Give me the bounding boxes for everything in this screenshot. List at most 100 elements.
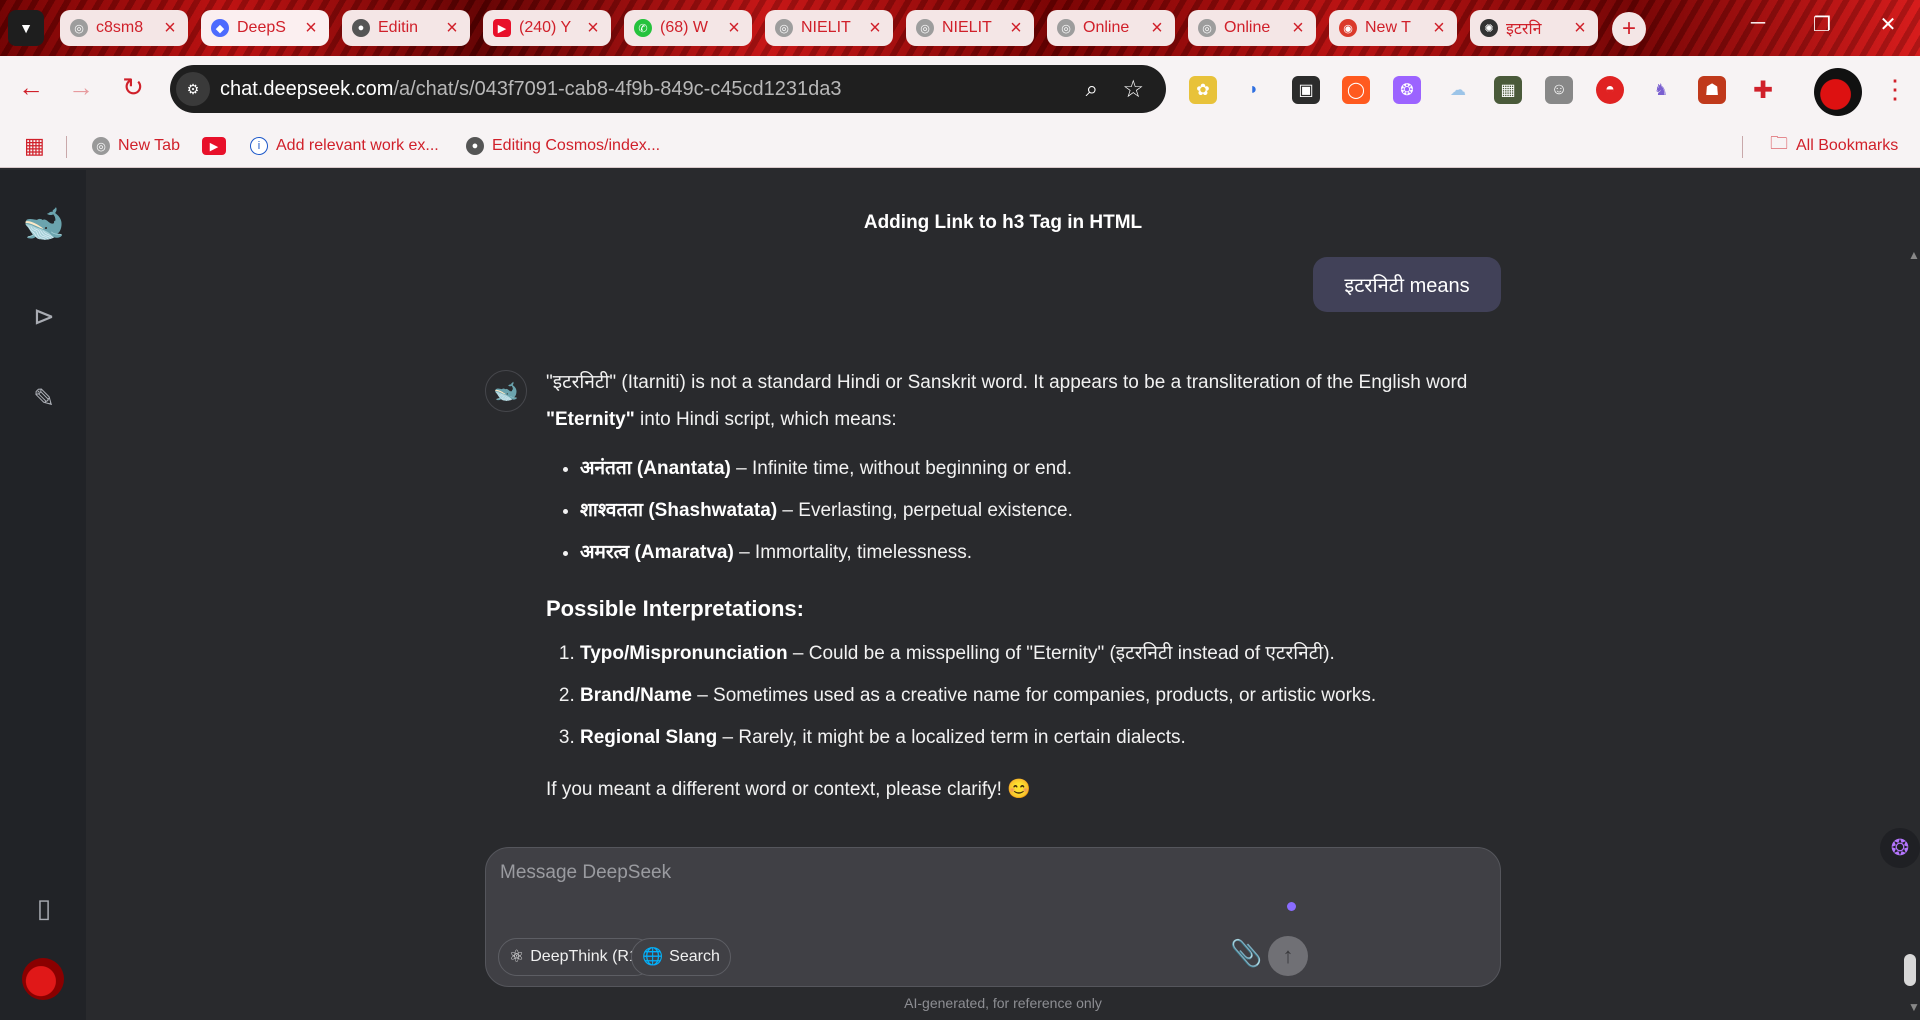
zoom-icon[interactable]: ⌕ <box>1086 76 1098 102</box>
profile-avatar[interactable] <box>1814 68 1862 116</box>
new-chat-icon[interactable]: ✎ <box>22 376 66 420</box>
close-icon[interactable]: × <box>726 18 742 38</box>
scroll-down-icon[interactable]: ▼ <box>1908 1000 1920 1014</box>
list-item: अनंतता (Anantata) – Infinite time, witho… <box>580 448 1506 490</box>
minimize-button[interactable]: ─ <box>1738 12 1778 35</box>
all-bookmarks[interactable]: 🗀 All Bookmarks <box>1770 132 1898 160</box>
interpretations-list: Typo/Mispronunciation – Could be a missp… <box>546 633 1506 759</box>
extension-record-icon[interactable]: ◯ <box>1342 76 1370 104</box>
close-icon[interactable]: × <box>867 18 883 38</box>
search-button[interactable]: 🌐 Search <box>631 938 731 976</box>
info-icon: i <box>250 137 268 155</box>
browser-tab[interactable]: ◎ Online × <box>1047 10 1175 46</box>
arrow-up-icon: ↑ <box>1282 943 1294 968</box>
bookmark-new-tab[interactable]: ◎ New Tab <box>92 132 180 160</box>
extensions-puzzle-icon[interactable]: ✚ <box>1749 76 1777 104</box>
extension-icon[interactable]: ✿ <box>1189 76 1217 104</box>
apps-grid-icon[interactable]: ▦ <box>24 132 45 160</box>
browser-tab[interactable]: ● Editin × <box>342 10 470 46</box>
answer-intro: "इटरनिटी" (Itarniti) is not a standard H… <box>546 372 1468 430</box>
close-icon[interactable]: × <box>1431 18 1447 38</box>
browser-tab[interactable]: ◎ NIELIT × <box>765 10 893 46</box>
app-sidebar: 🐋 ⊳ ✎ ▯ <box>0 170 86 1020</box>
assistant-message: "इटरनिटी" (Itarniti) is not a standard H… <box>546 364 1506 808</box>
chevron-down-icon: ▼ <box>19 20 33 36</box>
forward-button[interactable]: → <box>64 72 98 103</box>
extension-screen-icon[interactable]: ▣ <box>1292 76 1320 104</box>
list-item: Regional Slang – Rarely, it might be a l… <box>580 717 1506 759</box>
floating-brain-icon[interactable]: ❂ <box>1880 828 1920 868</box>
extension-pokeball-icon[interactable]: ◓ <box>1596 76 1624 104</box>
deepseek-avatar-icon: 🐋 <box>485 370 527 412</box>
scrollbar-thumb[interactable] <box>1904 954 1916 986</box>
extension-face-icon[interactable]: ☺ <box>1545 76 1573 104</box>
arrow-right-icon: → <box>68 72 94 102</box>
reload-icon: ↻ <box>122 72 144 102</box>
bookmark-editing-cosmos[interactable]: ● Editing Cosmos/index... <box>466 132 660 160</box>
youtube-icon: ▶ <box>202 137 226 155</box>
close-icon[interactable]: × <box>1290 18 1306 38</box>
extension-image-icon[interactable]: ▦ <box>1494 76 1522 104</box>
close-icon[interactable]: × <box>1008 18 1024 38</box>
globe-icon: ◎ <box>1198 19 1216 37</box>
site-info-icon[interactable]: ⚙ <box>176 72 210 106</box>
extension-figure-icon[interactable]: ♞ <box>1647 76 1675 104</box>
browser-tab[interactable]: ◎ NIELIT × <box>906 10 1034 46</box>
browser-tab[interactable]: ◎ Online × <box>1188 10 1316 46</box>
send-button[interactable]: ↑ <box>1268 936 1308 976</box>
list-item: Brand/Name – Sometimes used as a creativ… <box>580 675 1506 717</box>
address-bar[interactable]: ⚙ chat.deepseek.com/a/chat/s/043f7091-ca… <box>170 65 1166 113</box>
user-avatar[interactable] <box>22 958 64 1000</box>
globe-icon: ◎ <box>916 19 934 37</box>
bookmark-youtube[interactable]: ▶ <box>202 132 234 160</box>
extension-cloud-icon[interactable]: ☁ <box>1444 76 1472 104</box>
close-icon[interactable]: × <box>1572 18 1588 38</box>
globe-icon: ◎ <box>1057 19 1075 37</box>
status-dot <box>1287 902 1296 911</box>
browser-toolbar: ← → ↻ ⚙ chat.deepseek.com/a/chat/s/043f7… <box>0 56 1920 124</box>
extension-wave-icon[interactable]: ◗ <box>1240 76 1268 104</box>
message-input[interactable] <box>500 862 1450 902</box>
browser-tab[interactable]: ◉ New T × <box>1329 10 1457 46</box>
bookmark-work-ex[interactable]: i Add relevant work ex... <box>250 132 439 160</box>
extension-brain-icon[interactable]: ❂ <box>1393 76 1421 104</box>
meanings-list: अनंतता (Anantata) – Infinite time, witho… <box>546 448 1506 574</box>
user-message: इटरनिटी means <box>1313 257 1501 312</box>
minimize-icon: ─ <box>1750 12 1766 34</box>
browser-tab[interactable]: ✆ (68) W × <box>624 10 752 46</box>
browser-menu-icon[interactable]: ⋮ <box>1882 74 1908 105</box>
youtube-icon: ▶ <box>493 19 511 37</box>
globe-icon: ◎ <box>70 19 88 37</box>
globe-icon: ◎ <box>92 137 110 155</box>
browser-tab[interactable]: ▶ (240) Y × <box>483 10 611 46</box>
close-icon[interactable]: × <box>444 18 460 38</box>
bookmark-star-icon[interactable]: ☆ <box>1122 75 1144 104</box>
new-tab-button[interactable]: + <box>1612 12 1646 46</box>
attach-icon[interactable]: 📎 <box>1230 938 1262 969</box>
mobile-app-icon[interactable]: ▯ <box>22 886 66 930</box>
close-icon[interactable]: × <box>1149 18 1165 38</box>
globe-icon: ◎ <box>775 19 793 37</box>
browser-tab-active[interactable]: ◆ DeepS × <box>201 10 329 46</box>
url-path: /a/chat/s/043f7091-cab8-4f9b-849c-c45cd1… <box>393 77 842 100</box>
disclaimer: AI-generated, for reference only <box>904 995 1102 1011</box>
reload-button[interactable]: ↻ <box>116 72 150 103</box>
divider <box>1742 136 1743 158</box>
close-icon[interactable]: × <box>162 18 178 38</box>
open-sidebar-icon[interactable]: ⊳ <box>22 294 66 338</box>
restore-button[interactable]: ❐ <box>1802 12 1842 37</box>
close-icon[interactable]: × <box>585 18 601 38</box>
extension-mask-icon[interactable]: ☗ <box>1698 76 1726 104</box>
close-icon[interactable]: × <box>303 18 319 38</box>
github-icon: ● <box>466 137 484 155</box>
chat-title: Adding Link to h3 Tag in HTML <box>863 212 1143 233</box>
tab-search-button[interactable]: ▼ <box>8 10 44 46</box>
deepseek-icon: ◆ <box>211 19 229 37</box>
deepseek-logo-icon[interactable]: 🐋 <box>22 202 66 246</box>
answer-closing: If you meant a different word or context… <box>546 779 1031 800</box>
browser-tab[interactable]: ✺ इटरनि × <box>1470 10 1598 46</box>
browser-tab[interactable]: ◎ c8sm8 × <box>60 10 188 46</box>
scroll-up-icon[interactable]: ▲ <box>1908 248 1920 262</box>
close-window-button[interactable]: ✕ <box>1868 12 1908 37</box>
back-button[interactable]: ← <box>14 72 48 103</box>
